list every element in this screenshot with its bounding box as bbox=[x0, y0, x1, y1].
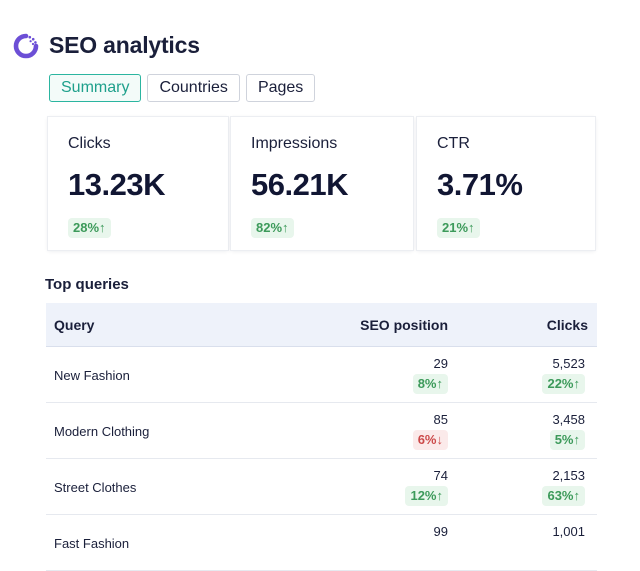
kpi-card-ctr: CTR 3.71% 21%↑ bbox=[417, 117, 595, 250]
kpi-change-badge: 21%↑ bbox=[437, 218, 480, 238]
tab-bar: Summary Countries Pages bbox=[49, 74, 316, 102]
clicks-change-badge: 5%↑ bbox=[549, 430, 585, 450]
seo-position-value: 85 bbox=[433, 412, 448, 427]
table-row[interactable]: Street Clothes 74 12%↑ 2,153 63%↑ bbox=[46, 459, 597, 515]
spinner-logo-icon bbox=[13, 33, 39, 58]
column-header-seo-position[interactable]: SEO position bbox=[360, 317, 448, 333]
kpi-label: CTR bbox=[437, 135, 470, 152]
kpi-change-badge: 28%↑ bbox=[68, 218, 111, 238]
section-title-top-queries: Top queries bbox=[45, 276, 129, 293]
kpi-label: Clicks bbox=[68, 135, 111, 152]
tab-countries[interactable]: Countries bbox=[147, 74, 240, 102]
column-header-query[interactable]: Query bbox=[54, 317, 94, 333]
kpi-value: 56.21K bbox=[251, 167, 348, 202]
page-title: SEO analytics bbox=[49, 32, 200, 58]
seo-position-change-badge: 12%↑ bbox=[405, 486, 448, 506]
query-cell: Modern Clothing bbox=[54, 424, 150, 439]
table-row[interactable]: Fast Fashion 99 1,001 bbox=[46, 515, 597, 571]
kpi-card-impressions: Impressions 56.21K 82%↑ bbox=[231, 117, 413, 250]
clicks-value: 5,523 bbox=[552, 356, 585, 371]
app-header: SEO analytics bbox=[13, 32, 200, 59]
clicks-change-badge: 22%↑ bbox=[542, 374, 585, 394]
seo-position-value: 74 bbox=[433, 468, 448, 483]
tab-pages[interactable]: Pages bbox=[245, 74, 316, 102]
table-row[interactable]: New Fashion 29 8%↑ 5,523 22%↑ bbox=[46, 347, 597, 403]
kpi-card-clicks: Clicks 13.23K 28%↑ bbox=[48, 117, 228, 250]
kpi-label: Impressions bbox=[251, 135, 338, 152]
table-row[interactable]: Modern Clothing 85 6%↓ 3,458 5%↑ bbox=[46, 403, 597, 459]
seo-position-value: 99 bbox=[433, 524, 448, 539]
clicks-value: 2,153 bbox=[552, 468, 585, 483]
query-cell: Street Clothes bbox=[54, 480, 137, 495]
kpi-value: 3.71% bbox=[437, 167, 523, 202]
seo-position-change-badge: 6%↓ bbox=[412, 430, 448, 450]
kpi-value: 13.23K bbox=[68, 167, 165, 202]
tab-summary[interactable]: Summary bbox=[49, 74, 142, 102]
query-cell: New Fashion bbox=[54, 368, 130, 383]
table-header: Query SEO position Clicks bbox=[46, 303, 597, 347]
clicks-change-badge: 63%↑ bbox=[542, 486, 585, 506]
kpi-cards: Clicks 13.23K 28%↑ Impressions 56.21K 82… bbox=[44, 115, 598, 254]
seo-position-value: 29 bbox=[433, 356, 448, 371]
clicks-value: 1,001 bbox=[552, 524, 585, 539]
seo-position-change-badge: 8%↑ bbox=[412, 374, 448, 394]
kpi-change-badge: 82%↑ bbox=[251, 218, 294, 238]
top-queries-table: Query SEO position Clicks New Fashion 29… bbox=[46, 303, 597, 571]
column-header-clicks[interactable]: Clicks bbox=[547, 317, 588, 333]
query-cell: Fast Fashion bbox=[54, 536, 130, 551]
clicks-value: 3,458 bbox=[552, 412, 585, 427]
